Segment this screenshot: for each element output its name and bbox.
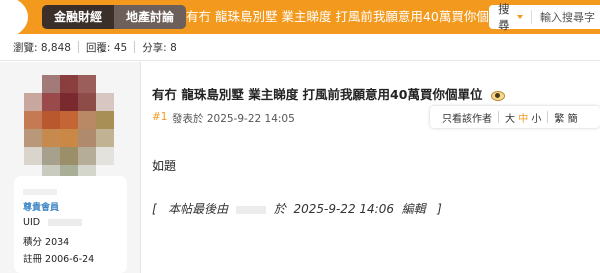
post-body: 如題: [152, 159, 177, 173]
user-info-card: 尊貴會員 UID 積分 2034 註冊 2006-6-24: [14, 176, 127, 273]
user-points: 積分 2034: [23, 234, 69, 248]
edit-note-prefix: 本帖最後由: [168, 202, 229, 216]
post-floor-number[interactable]: #1: [152, 111, 167, 123]
points-label: 積分: [23, 237, 43, 248]
traditional-chinese-toggle[interactable]: 繁: [554, 110, 564, 125]
joined-value: 2006-6-24: [45, 254, 95, 265]
edit-note-middle: 於: [273, 202, 286, 216]
user-sidebar: 尊貴會員 UID 積分 2034 註冊 2006-6-24: [0, 62, 141, 273]
post-date: 發表於 2025-9-22 14:05: [172, 113, 295, 125]
edit-note-suffix: 編輯: [401, 202, 426, 216]
points-value: 2034: [45, 237, 70, 248]
edit-note-close: ]: [437, 202, 442, 216]
views-count: 瀏覽: 8,848: [13, 41, 71, 54]
divider: [134, 41, 136, 53]
eye-icon: [490, 90, 505, 101]
divider: [498, 111, 499, 123]
simplified-chinese-toggle[interactable]: 簡: [568, 110, 578, 125]
edit-note-open: [: [152, 202, 157, 216]
avatar[interactable]: [24, 75, 114, 183]
search-input[interactable]: [540, 10, 600, 24]
post-title-text: 有冇 龍珠島別墅 業主睇度 打風前我願意用40萬買你個單位: [152, 87, 483, 102]
top-bar: 金融財經 地產討論 有冇 龍珠島別墅 業主睇度 打風前我願意用40萬買你個單位 …: [0, 0, 600, 34]
replies-count: 回覆: 45: [85, 41, 128, 54]
search-box: 搜尋: [489, 2, 600, 32]
tab-finance[interactable]: 金融財經: [42, 5, 115, 29]
divider: [531, 10, 532, 24]
user-joined: 註冊 2006-6-24: [23, 251, 94, 265]
post-toolbar: 只看該作者 大 中 小 繁 簡: [430, 106, 600, 128]
font-size-medium[interactable]: 中: [518, 110, 528, 125]
edit-note: [ 本帖最後由 於 2025-9-22 14:06 編輯 ]: [152, 200, 442, 217]
chevron-down-icon: [517, 15, 524, 19]
author-only-link[interactable]: 只看該作者: [442, 110, 492, 125]
uid-label: UID: [23, 217, 41, 228]
divider: [547, 111, 549, 123]
editor-name: [235, 205, 266, 214]
thread-stats: 瀏覽: 8,848 回覆: 45 分享: 8: [0, 34, 600, 61]
tab-property[interactable]: 地產討論: [114, 5, 187, 29]
edit-note-datetime: 2025-9-22 14:06: [293, 202, 394, 216]
header-thread-title: 有冇 龍珠島別墅 業主睇度 打風前我願意用40萬買你個單位: [186, 9, 514, 24]
search-scope-dropdown[interactable]: 搜尋: [489, 1, 524, 33]
uid-value: [48, 219, 83, 226]
font-size-large[interactable]: 大: [505, 110, 515, 125]
joined-label: 註冊: [23, 254, 43, 265]
search-scope-label: 搜尋: [498, 2, 510, 32]
post-title: 有冇 龍珠島別墅 業主睇度 打風前我願意用40萬買你個單位: [152, 84, 505, 103]
divider: [77, 41, 79, 53]
shares-count: 分享: 8: [142, 41, 177, 54]
logo[interactable]: [0, 0, 34, 34]
user-rank: 尊貴會員: [23, 203, 60, 213]
user-uid: UID: [23, 217, 83, 228]
category-tabs: 金融財經 地產討論: [42, 5, 187, 29]
font-size-small[interactable]: 小: [531, 110, 541, 125]
username[interactable]: [23, 189, 57, 195]
